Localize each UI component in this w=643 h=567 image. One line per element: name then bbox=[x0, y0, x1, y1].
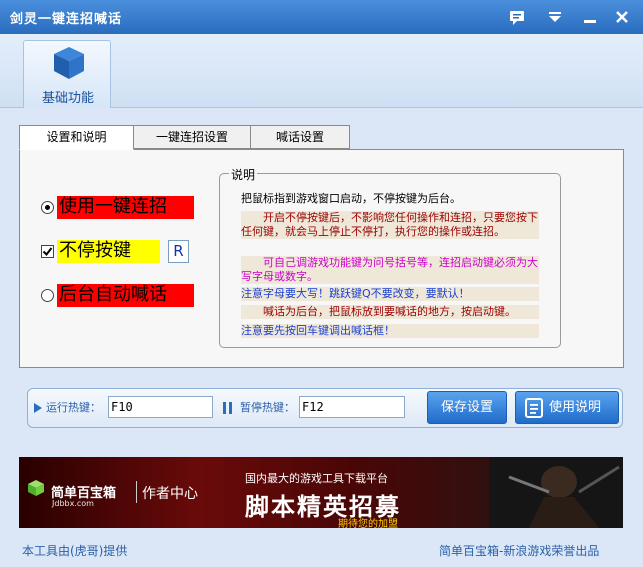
note-line-1: 把鼠标指到游戏窗口启动，不停按键为后台。 bbox=[241, 192, 461, 205]
note-line-6: 注意要先按回车键调出喊话框！ bbox=[241, 324, 539, 338]
cube-icon bbox=[54, 47, 84, 79]
check-icon bbox=[42, 247, 53, 257]
save-settings-button[interactable]: 保存设置 bbox=[427, 391, 507, 424]
title-bar[interactable]: 剑灵一键连招喊话 bbox=[0, 0, 643, 34]
manual-button[interactable]: 使用说明 bbox=[515, 391, 619, 424]
banner-tagline: 期待您的加盟 bbox=[338, 519, 398, 528]
minimize-icon[interactable] bbox=[580, 7, 600, 27]
ad-banner[interactable]: 简单百宝箱 Jdbbx.com 作者中心 国内最大的游戏工具下载平台 脚本精英招… bbox=[19, 457, 623, 528]
note-line-4: 注意字母要大写！跳跃键Q不要改变，要默认！ bbox=[241, 287, 539, 301]
note-line-2: 开启不停按键后，不影响您任何操作和连招，只要您按下任何键，就会马上停止不停打，执… bbox=[241, 211, 539, 239]
auto-shout-radio[interactable] bbox=[41, 289, 54, 302]
window-title: 剑灵一键连招喊话 bbox=[10, 12, 123, 27]
one-key-combo-option[interactable]: 使用一键连招 bbox=[39, 196, 194, 219]
tab-one-key-combo[interactable]: 一键连招设置 bbox=[133, 125, 251, 149]
keep-pressing-key-input[interactable]: R bbox=[168, 240, 189, 263]
tab-shout-settings[interactable]: 喊话设置 bbox=[250, 125, 350, 149]
run-hotkey-input[interactable]: F10 bbox=[108, 396, 213, 418]
one-key-combo-label: 使用一键连招 bbox=[59, 196, 167, 217]
toolbar: 基础功能 bbox=[0, 34, 643, 108]
keep-pressing-option[interactable]: 不停按键 bbox=[39, 240, 160, 263]
manual-button-label: 使用说明 bbox=[549, 400, 602, 415]
play-icon bbox=[34, 403, 42, 413]
radio-dot bbox=[45, 205, 50, 210]
pause-hotkey-input[interactable]: F12 bbox=[299, 396, 405, 418]
app-window: 剑灵一键连招喊话 基础功能 设置和说明 一键连招设置 喊话设置 使用一键连招 不… bbox=[0, 0, 643, 567]
pause-icon bbox=[223, 402, 232, 414]
tab-settings-and-help[interactable]: 设置和说明 bbox=[19, 125, 134, 150]
instructions-group-title: 说明 bbox=[229, 166, 258, 183]
one-key-combo-radio[interactable] bbox=[41, 201, 54, 214]
status-left: 本工具由(虎哥)提供 bbox=[22, 544, 128, 558]
banner-url: Jdbbx.com bbox=[52, 499, 94, 508]
banner-divider bbox=[136, 481, 137, 503]
toolbar-item-label: 基础功能 bbox=[41, 91, 94, 106]
toolbar-item-basic-functions[interactable]: 基础功能 bbox=[23, 40, 111, 108]
run-hotkey-label: 运行热键： bbox=[46, 401, 101, 414]
status-right[interactable]: 简单百宝箱-新浪游戏荣誉出品 bbox=[439, 542, 599, 559]
note-line-5: 喊话为后台，把鼠标放到要喊话的地方，按启动键。 bbox=[241, 305, 539, 319]
document-icon bbox=[525, 398, 543, 418]
warrior-figure-image bbox=[489, 457, 623, 528]
auto-shout-option[interactable]: 后台自动喊话 bbox=[39, 284, 194, 307]
close-icon[interactable] bbox=[612, 7, 632, 27]
keep-pressing-checkbox[interactable] bbox=[41, 245, 54, 258]
keep-pressing-label: 不停按键 bbox=[59, 240, 131, 261]
banner-author-center: 作者中心 bbox=[142, 486, 198, 502]
auto-shout-label: 后台自动喊话 bbox=[59, 284, 167, 305]
note-line-3: 可自己调游戏功能键为问号括号等，连招启动键必须为大写字母或数字。 bbox=[241, 256, 539, 284]
treasure-box-logo-icon bbox=[28, 480, 44, 496]
pause-hotkey-label: 暂停热键： bbox=[240, 401, 295, 414]
banner-subtitle: 国内最大的游戏工具下载平台 bbox=[245, 472, 388, 485]
feedback-icon[interactable] bbox=[507, 7, 527, 27]
dropdown-menu-icon[interactable] bbox=[545, 7, 565, 27]
